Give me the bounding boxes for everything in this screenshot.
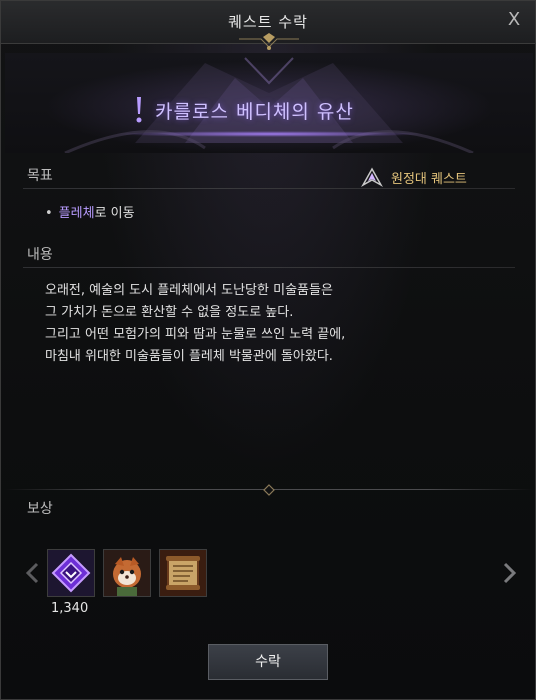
quest-accept-window: 퀘스트 수락 X 카를로스 베디체의 유산 목표 원정대 퀘스트 • 플레체로 … xyxy=(0,0,536,700)
quest-description: 오래전, 예술의 도시 플레체에서 도난당한 미술품들은 그 가치가 돈으로 환… xyxy=(45,280,505,368)
objective-label: 목표 xyxy=(27,168,53,184)
chevron-right-icon[interactable] xyxy=(499,561,519,585)
description-line: 오래전, 예술의 도시 플레체에서 도난당한 미술품들은 xyxy=(45,283,333,298)
reward-slot-card[interactable] xyxy=(103,549,151,597)
description-line: 그 가치가 돈으로 환산할 수 없을 정도로 높다. xyxy=(45,305,294,320)
red-panda-card-icon xyxy=(104,550,150,596)
chevron-left-icon[interactable] xyxy=(23,561,43,585)
window-title: 퀘스트 수락 xyxy=(228,13,308,31)
details-rule xyxy=(23,267,515,268)
bullet: • xyxy=(45,206,53,221)
title-ornament-icon xyxy=(239,33,299,50)
description-line: 마침내 위대한 미술품들이 플레체 박물관에 돌아왔다. xyxy=(45,349,333,364)
close-button[interactable]: X xyxy=(503,9,525,31)
details-label: 내용 xyxy=(27,247,53,263)
scroll-icon xyxy=(160,550,206,596)
reward-count: 1,340 xyxy=(51,601,89,616)
reward-carousel: 1,340 xyxy=(1,541,536,621)
objective-rule xyxy=(23,188,515,189)
rewards-label: 보상 xyxy=(27,501,53,517)
purple-gem-icon xyxy=(48,550,94,596)
banner-glow xyxy=(115,131,425,137)
reward-slot-gem[interactable] xyxy=(47,549,95,597)
reward-slot-scroll[interactable] xyxy=(159,549,207,597)
accept-button[interactable]: 수락 xyxy=(208,644,328,680)
description-line: 그리고 어떤 모험가의 피와 땀과 눈물로 쓰인 노력 끝에, xyxy=(45,327,346,342)
quest-title: 카를로스 베디체의 유산 xyxy=(155,101,354,123)
divider-diamond-icon xyxy=(263,484,275,496)
quest-type-label: 원정대 퀘스트 xyxy=(391,171,467,187)
quest-type-badge: 원정대 퀘스트 xyxy=(361,167,467,187)
objective-item: • 플레체로 이동 xyxy=(45,202,135,221)
close-icon: X xyxy=(507,9,521,30)
quest-banner: 카를로스 베디체의 유산 xyxy=(5,53,533,153)
objective-text: 로 이동 xyxy=(94,206,135,221)
exclamation-icon xyxy=(136,97,142,123)
objective-location: 플레체 xyxy=(58,206,95,221)
expedition-quest-icon xyxy=(361,167,383,187)
